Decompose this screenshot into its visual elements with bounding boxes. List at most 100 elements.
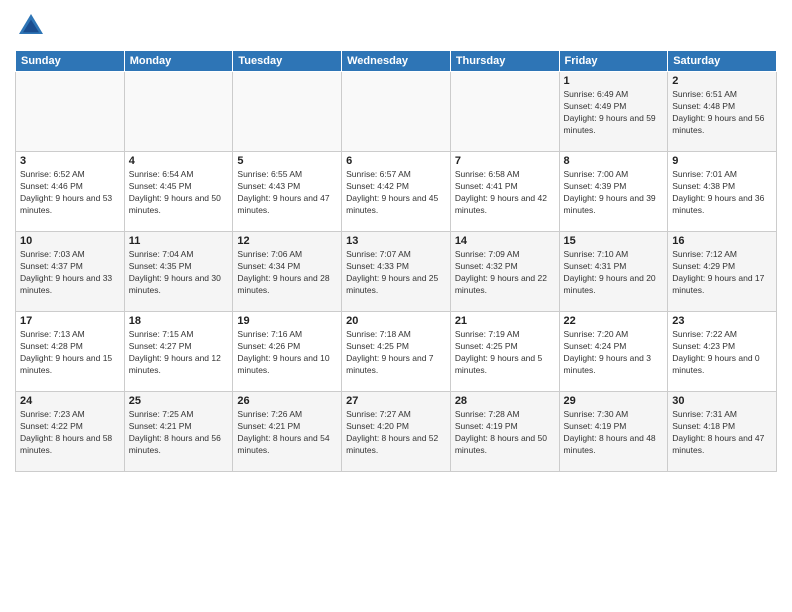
day-info: Sunrise: 7:25 AM Sunset: 4:21 PM Dayligh… <box>129 409 229 457</box>
day-cell <box>16 72 125 152</box>
day-info: Sunrise: 7:19 AM Sunset: 4:25 PM Dayligh… <box>455 329 555 377</box>
week-row-3: 10 Sunrise: 7:03 AM Sunset: 4:37 PM Dayli… <box>16 232 777 312</box>
day-cell: 23 Sunrise: 7:22 AM Sunset: 4:23 PM Dayli… <box>668 312 777 392</box>
day-cell: 21 Sunrise: 7:19 AM Sunset: 4:25 PM Dayli… <box>450 312 559 392</box>
day-cell: 20 Sunrise: 7:18 AM Sunset: 4:25 PM Dayli… <box>342 312 451 392</box>
day-info: Sunrise: 6:49 AM Sunset: 4:49 PM Dayligh… <box>564 89 664 137</box>
calendar-header: SundayMondayTuesdayWednesdayThursdayFrid… <box>16 51 777 72</box>
day-cell: 28Sunrise: 7:28 AM Sunset: 4:19 PM Dayli… <box>450 392 559 472</box>
day-cell: 2 Sunrise: 6:51 AM Sunset: 4:48 PM Daylig… <box>668 72 777 152</box>
day-info: Sunrise: 7:04 AM Sunset: 4:35 PM Dayligh… <box>129 249 229 297</box>
day-number: 17 <box>20 315 120 327</box>
day-cell: 8Sunrise: 7:00 AM Sunset: 4:39 PM Daylig… <box>559 152 668 232</box>
day-info: Sunrise: 6:51 AM Sunset: 4:48 PM Dayligh… <box>672 89 772 137</box>
day-cell: 17 Sunrise: 7:13 AM Sunset: 4:28 PM Dayli… <box>16 312 125 392</box>
day-cell <box>124 72 233 152</box>
day-number: 21 <box>455 315 555 327</box>
day-number: 22 <box>564 315 664 327</box>
day-number: 19 <box>237 315 337 327</box>
day-number: 5 <box>237 155 337 167</box>
day-number: 26 <box>237 395 337 407</box>
day-info: Sunrise: 7:13 AM Sunset: 4:28 PM Dayligh… <box>20 329 120 377</box>
day-cell: 9 Sunrise: 7:01 AM Sunset: 4:38 PM Daylig… <box>668 152 777 232</box>
week-row-5: 24Sunrise: 7:23 AM Sunset: 4:22 PM Dayli… <box>16 392 777 472</box>
day-cell: 22 Sunrise: 7:20 AM Sunset: 4:24 PM Dayli… <box>559 312 668 392</box>
day-number: 14 <box>455 235 555 247</box>
header-cell-thursday: Thursday <box>450 51 559 72</box>
day-number: 30 <box>672 395 772 407</box>
day-number: 18 <box>129 315 229 327</box>
day-number: 2 <box>672 75 772 87</box>
logo-icon <box>15 10 47 42</box>
day-info: Sunrise: 7:30 AM Sunset: 4:19 PM Dayligh… <box>564 409 664 457</box>
day-number: 12 <box>237 235 337 247</box>
day-number: 23 <box>672 315 772 327</box>
week-row-4: 17 Sunrise: 7:13 AM Sunset: 4:28 PM Dayli… <box>16 312 777 392</box>
day-cell: 5Sunrise: 6:55 AM Sunset: 4:43 PM Daylig… <box>233 152 342 232</box>
day-info: Sunrise: 7:22 AM Sunset: 4:23 PM Dayligh… <box>672 329 772 377</box>
day-number: 7 <box>455 155 555 167</box>
day-info: Sunrise: 7:18 AM Sunset: 4:25 PM Dayligh… <box>346 329 446 377</box>
header-cell-wednesday: Wednesday <box>342 51 451 72</box>
day-info: Sunrise: 7:27 AM Sunset: 4:20 PM Dayligh… <box>346 409 446 457</box>
day-number: 1 <box>564 75 664 87</box>
day-cell: 15Sunrise: 7:10 AM Sunset: 4:31 PM Dayli… <box>559 232 668 312</box>
day-info: Sunrise: 7:09 AM Sunset: 4:32 PM Dayligh… <box>455 249 555 297</box>
day-info: Sunrise: 7:07 AM Sunset: 4:33 PM Dayligh… <box>346 249 446 297</box>
calendar-body: 1 Sunrise: 6:49 AM Sunset: 4:49 PM Daylig… <box>16 72 777 472</box>
day-cell: 14 Sunrise: 7:09 AM Sunset: 4:32 PM Dayli… <box>450 232 559 312</box>
day-cell <box>450 72 559 152</box>
day-number: 8 <box>564 155 664 167</box>
day-info: Sunrise: 6:52 AM Sunset: 4:46 PM Dayligh… <box>20 169 120 217</box>
day-info: Sunrise: 7:01 AM Sunset: 4:38 PM Dayligh… <box>672 169 772 217</box>
day-number: 3 <box>20 155 120 167</box>
day-number: 25 <box>129 395 229 407</box>
header-cell-saturday: Saturday <box>668 51 777 72</box>
header-cell-friday: Friday <box>559 51 668 72</box>
day-number: 6 <box>346 155 446 167</box>
day-info: Sunrise: 7:03 AM Sunset: 4:37 PM Dayligh… <box>20 249 120 297</box>
day-number: 4 <box>129 155 229 167</box>
week-row-2: 3 Sunrise: 6:52 AM Sunset: 4:46 PM Daylig… <box>16 152 777 232</box>
header-cell-sunday: Sunday <box>16 51 125 72</box>
day-cell: 7 Sunrise: 6:58 AM Sunset: 4:41 PM Daylig… <box>450 152 559 232</box>
day-cell: 18Sunrise: 7:15 AM Sunset: 4:27 PM Dayli… <box>124 312 233 392</box>
day-info: Sunrise: 6:58 AM Sunset: 4:41 PM Dayligh… <box>455 169 555 217</box>
day-cell: 30Sunrise: 7:31 AM Sunset: 4:18 PM Dayli… <box>668 392 777 472</box>
day-info: Sunrise: 7:10 AM Sunset: 4:31 PM Dayligh… <box>564 249 664 297</box>
day-cell: 29 Sunrise: 7:30 AM Sunset: 4:19 PM Dayli… <box>559 392 668 472</box>
day-info: Sunrise: 6:54 AM Sunset: 4:45 PM Dayligh… <box>129 169 229 217</box>
page-header <box>15 10 777 42</box>
day-number: 9 <box>672 155 772 167</box>
day-number: 11 <box>129 235 229 247</box>
day-cell: 24Sunrise: 7:23 AM Sunset: 4:22 PM Dayli… <box>16 392 125 472</box>
day-cell: 19Sunrise: 7:16 AM Sunset: 4:26 PM Dayli… <box>233 312 342 392</box>
day-info: Sunrise: 7:06 AM Sunset: 4:34 PM Dayligh… <box>237 249 337 297</box>
day-number: 16 <box>672 235 772 247</box>
day-cell: 6 Sunrise: 6:57 AM Sunset: 4:42 PM Daylig… <box>342 152 451 232</box>
page-container: SundayMondayTuesdayWednesdayThursdayFrid… <box>0 0 792 477</box>
day-number: 20 <box>346 315 446 327</box>
day-number: 29 <box>564 395 664 407</box>
day-info: Sunrise: 7:12 AM Sunset: 4:29 PM Dayligh… <box>672 249 772 297</box>
day-cell: 13Sunrise: 7:07 AM Sunset: 4:33 PM Dayli… <box>342 232 451 312</box>
day-cell: 25 Sunrise: 7:25 AM Sunset: 4:21 PM Dayli… <box>124 392 233 472</box>
day-cell: 26 Sunrise: 7:26 AM Sunset: 4:21 PM Dayli… <box>233 392 342 472</box>
day-number: 10 <box>20 235 120 247</box>
day-number: 27 <box>346 395 446 407</box>
header-cell-monday: Monday <box>124 51 233 72</box>
day-cell: 27 Sunrise: 7:27 AM Sunset: 4:20 PM Dayli… <box>342 392 451 472</box>
day-info: Sunrise: 7:20 AM Sunset: 4:24 PM Dayligh… <box>564 329 664 377</box>
day-number: 24 <box>20 395 120 407</box>
day-cell: 4 Sunrise: 6:54 AM Sunset: 4:45 PM Daylig… <box>124 152 233 232</box>
day-info: Sunrise: 7:26 AM Sunset: 4:21 PM Dayligh… <box>237 409 337 457</box>
header-cell-tuesday: Tuesday <box>233 51 342 72</box>
day-cell: 16 Sunrise: 7:12 AM Sunset: 4:29 PM Dayli… <box>668 232 777 312</box>
day-cell: 3 Sunrise: 6:52 AM Sunset: 4:46 PM Daylig… <box>16 152 125 232</box>
day-info: Sunrise: 6:57 AM Sunset: 4:42 PM Dayligh… <box>346 169 446 217</box>
logo <box>15 10 51 42</box>
day-cell <box>233 72 342 152</box>
day-cell: 12 Sunrise: 7:06 AM Sunset: 4:34 PM Dayli… <box>233 232 342 312</box>
week-row-1: 1 Sunrise: 6:49 AM Sunset: 4:49 PM Daylig… <box>16 72 777 152</box>
day-cell: 1 Sunrise: 6:49 AM Sunset: 4:49 PM Daylig… <box>559 72 668 152</box>
